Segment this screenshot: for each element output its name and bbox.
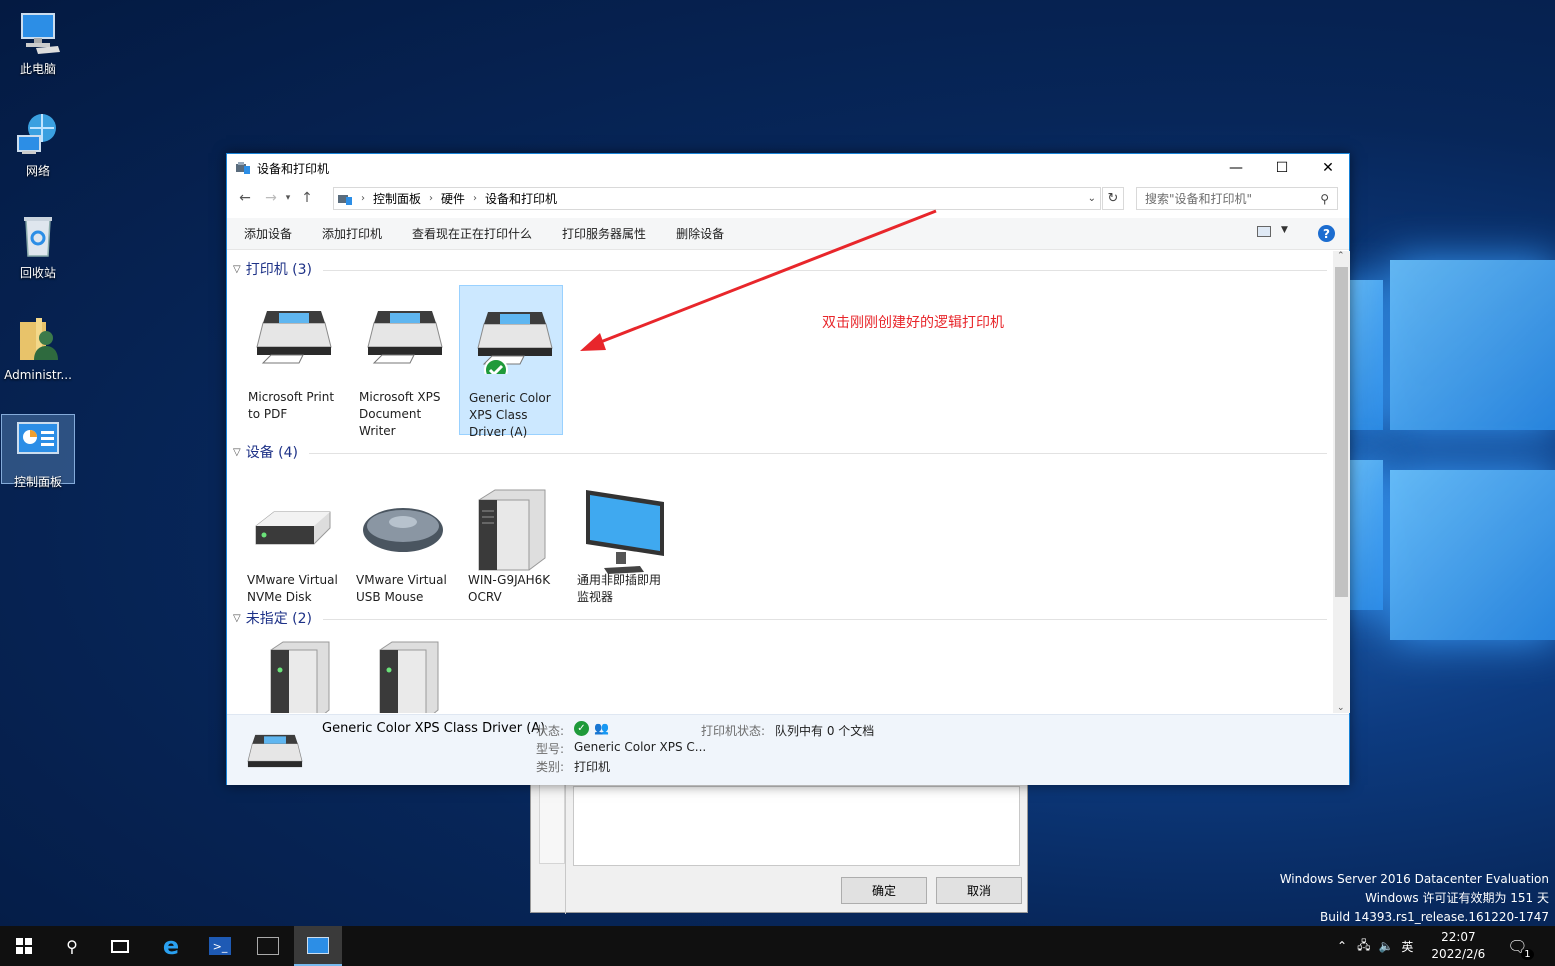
clock[interactable]: 22:07 2022/2/6 [1431,929,1485,963]
internet-explorer-icon[interactable]: e [147,926,195,966]
annotation-text: 双击刚刚创建好的逻辑打印机 [822,315,1004,331]
start-button[interactable] [0,926,48,966]
windows-start-icon [16,938,32,954]
clock-time: 22:07 [1441,930,1476,944]
notification-count-badge: 1 [1521,948,1534,960]
network-status-icon[interactable]: 🖧 [1357,936,1370,957]
volume-muted-icon[interactable]: 🔈 [1378,939,1393,953]
command-prompt-icon[interactable] [244,926,292,966]
ime-indicator[interactable]: 英 [1401,938,1413,955]
chevron-up-icon[interactable]: ⌃ [1337,939,1347,953]
powershell-icon[interactable]: >_ [196,926,244,966]
task-view-icon[interactable] [96,926,144,966]
control-panel-task-icon[interactable] [294,926,342,966]
annotation-arrow [580,209,937,351]
taskbar: ⚲ e >_ ⌃ 🖧 🔈 英 22:07 2022/2/6 🗨 1 [0,926,1555,966]
os-watermark: Windows Server 2016 Datacenter Evaluatio… [1279,872,1549,924]
system-tray: ⌃ 🖧 🔈 英 22:07 2022/2/6 🗨 1 [1337,926,1534,966]
clock-date: 2022/2/6 [1431,947,1486,961]
search-icon[interactable]: ⚲ [48,926,96,966]
action-center-icon[interactable]: 🗨 1 [1507,937,1534,960]
